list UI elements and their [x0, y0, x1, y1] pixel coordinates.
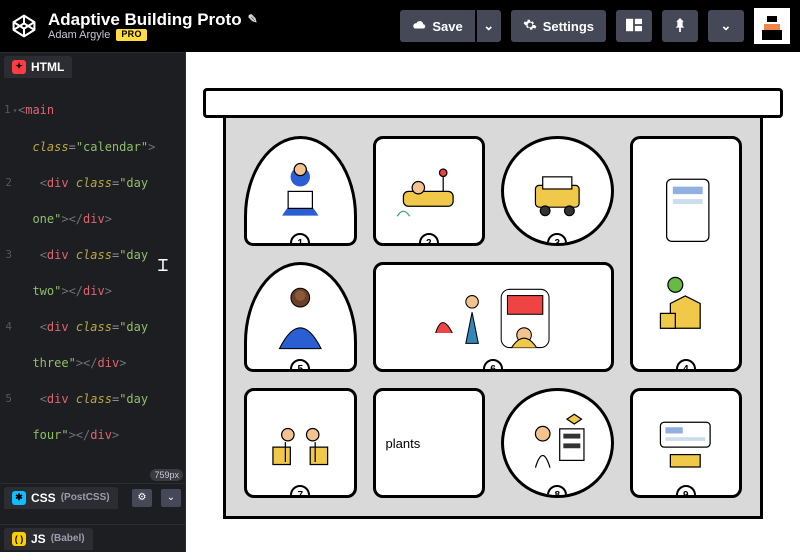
- author-name[interactable]: Adam Argyle: [48, 29, 110, 41]
- window-6: 6: [373, 262, 614, 372]
- edit-title-icon[interactable]: ✎: [248, 13, 258, 26]
- html-editor[interactable]: 1<main class="calendar"> 2 <div class="d…: [0, 80, 185, 483]
- css-settings-button[interactable]: ⚙: [132, 489, 152, 507]
- title-block: Adaptive Building Proto ✎ Adam Argyle PR…: [48, 11, 258, 42]
- pen-title[interactable]: Adaptive Building Proto: [48, 11, 242, 30]
- window-3: 3: [501, 136, 614, 246]
- pin-button[interactable]: [662, 10, 698, 42]
- preview-pane: 1 2 3 4: [186, 52, 800, 552]
- window-2: 2: [373, 136, 486, 246]
- js-panel-header: ( ) JS (Babel): [0, 524, 185, 552]
- window-badge: 6: [483, 359, 503, 372]
- css-badge-icon: ✱: [12, 491, 26, 505]
- pin-icon: [674, 18, 686, 35]
- html-badge-icon: ✦: [12, 60, 26, 74]
- window-1: 1: [244, 136, 357, 246]
- app-root: Adaptive Building Proto ✎ Adam Argyle PR…: [0, 0, 800, 552]
- resize-width-indicator[interactable]: 759px: [150, 469, 183, 481]
- gear-icon: [523, 18, 537, 35]
- building-illustration: 1 2 3 4: [203, 58, 783, 519]
- window-badge: 1: [290, 233, 310, 246]
- user-avatar[interactable]: [754, 8, 790, 44]
- window-7: 7: [244, 388, 357, 498]
- chevron-down-icon: ⌄: [167, 492, 175, 503]
- css-panel-header: ✱ CSS (PostCSS) ⚙ ⌄: [0, 483, 185, 511]
- gear-icon: ⚙: [138, 492, 147, 503]
- cloud-icon: [412, 19, 426, 34]
- overflow-button[interactable]: ⌄: [708, 10, 744, 42]
- window-badge: 5: [290, 359, 310, 372]
- window-9: 9: [630, 388, 743, 498]
- window-badge: 3: [547, 233, 567, 246]
- js-panel: ( ) JS (Babel): [0, 524, 185, 552]
- window-badge: 4: [676, 359, 696, 372]
- save-button[interactable]: Save: [400, 10, 474, 42]
- html-panel: ✦ HTML 1<main class="calendar"> 2 <div c…: [0, 52, 185, 483]
- window-badge: 7: [290, 485, 310, 498]
- window-badge: 8: [547, 485, 567, 498]
- pro-badge: PRO: [116, 29, 146, 41]
- html-tab[interactable]: ✦ HTML: [4, 56, 72, 78]
- window-badge: 2: [419, 233, 439, 246]
- save-dropdown-button[interactable]: ⌄: [477, 10, 501, 42]
- window-badge: 9: [676, 485, 696, 498]
- css-dropdown-button[interactable]: ⌄: [161, 489, 181, 507]
- header-bar: Adaptive Building Proto ✎ Adam Argyle PR…: [0, 0, 800, 52]
- main-body: ✦ HTML 1<main class="calendar"> 2 <div c…: [0, 52, 800, 552]
- js-tab[interactable]: ( ) JS (Babel): [4, 528, 93, 550]
- codepen-logo[interactable]: [10, 12, 38, 40]
- window-8: 8: [501, 388, 614, 498]
- chevron-down-icon: ⌄: [721, 18, 732, 34]
- window-4: 4: [630, 136, 743, 372]
- plants-box: plants: [373, 388, 486, 498]
- css-panel: ✱ CSS (PostCSS) ⚙ ⌄ 1@use postcss- neste…: [0, 483, 185, 524]
- editors-column: ✦ HTML 1<main class="calendar"> 2 <div c…: [0, 52, 186, 552]
- settings-button[interactable]: Settings: [511, 10, 606, 42]
- layout-button[interactable]: [616, 10, 652, 42]
- chevron-down-icon: ⌄: [483, 18, 494, 34]
- html-panel-header: ✦ HTML: [0, 52, 185, 80]
- building-roof: [203, 88, 783, 118]
- window-5: 5: [244, 262, 357, 372]
- layout-icon: [626, 18, 642, 35]
- js-badge-icon: ( ): [12, 532, 26, 546]
- plants-label: plants: [386, 436, 421, 451]
- css-tab[interactable]: ✱ CSS (PostCSS): [4, 487, 118, 509]
- css-editor[interactable]: 1@use postcss- nested; 2 3.calendar { 4 …: [0, 511, 185, 524]
